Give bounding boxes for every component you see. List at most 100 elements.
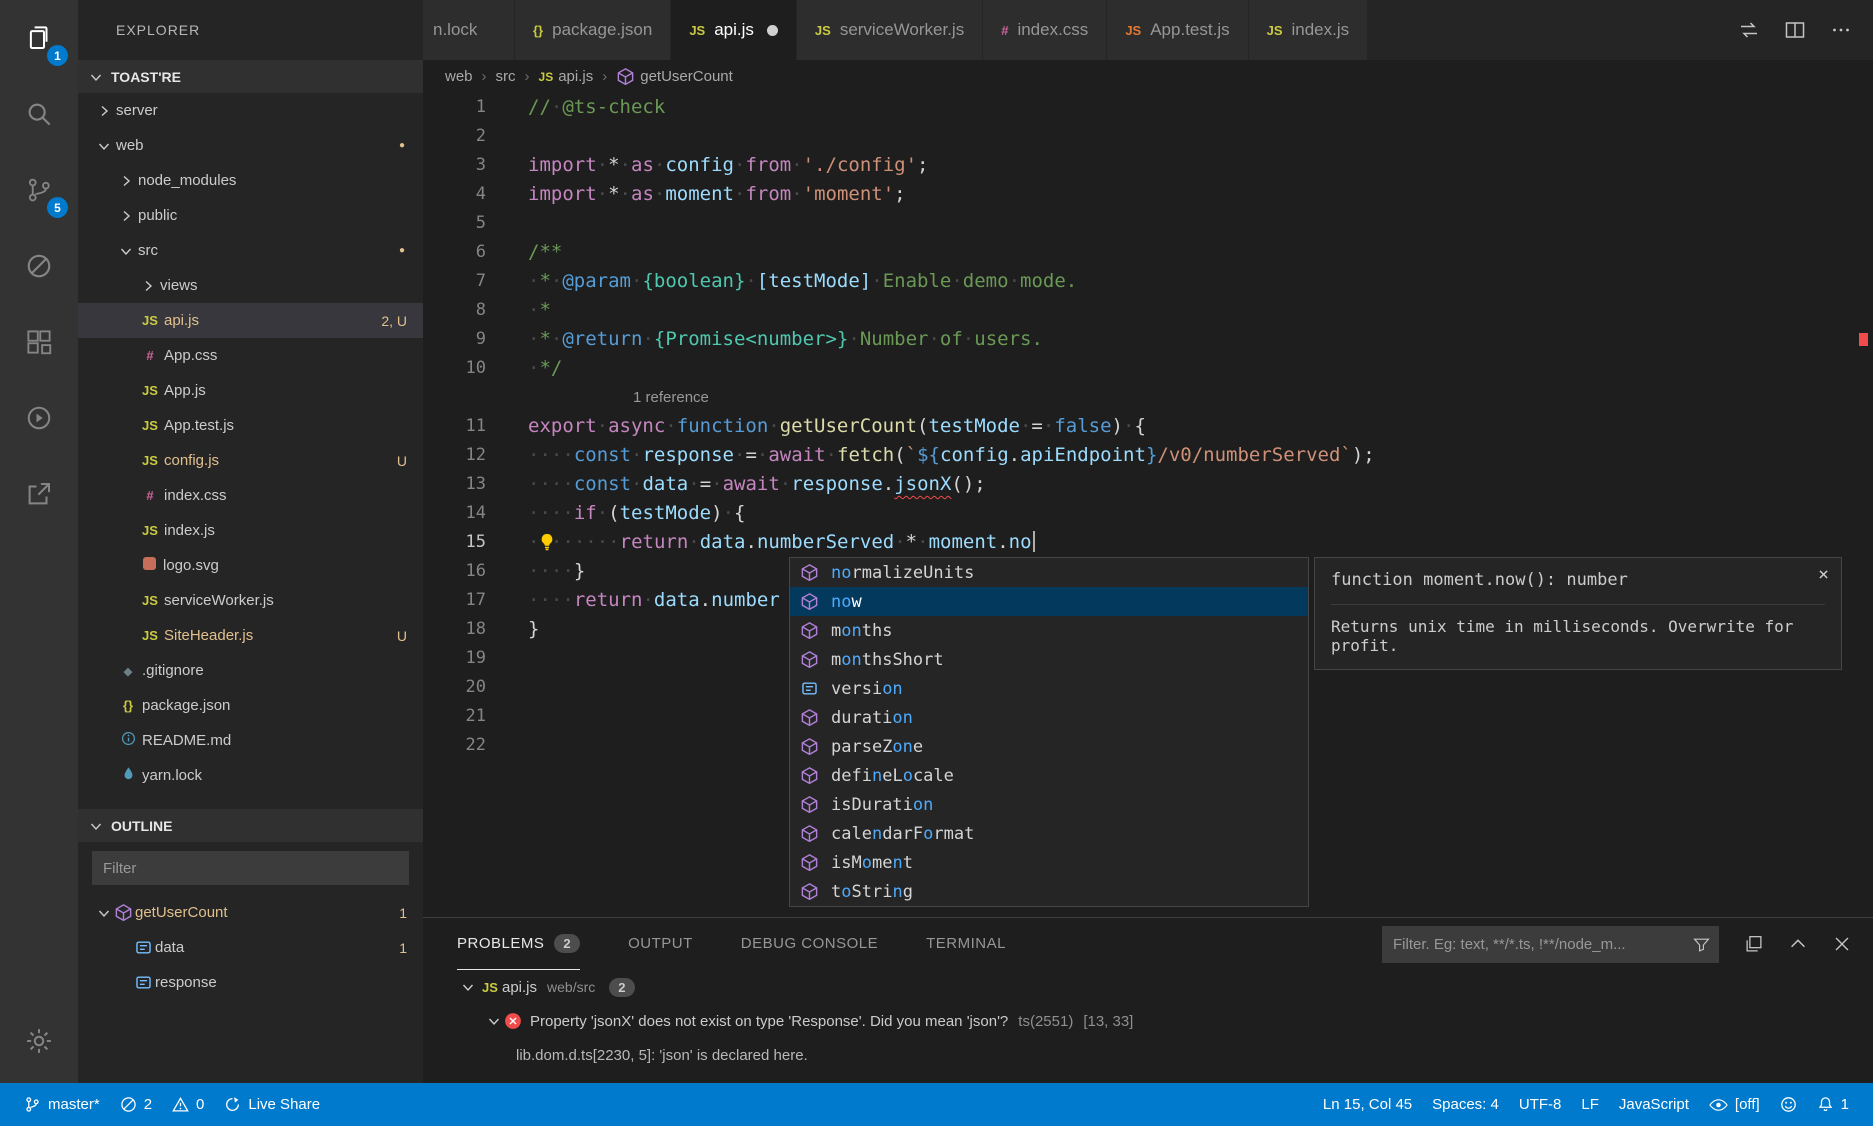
tree-item-server[interactable]: server (78, 93, 423, 128)
tab-package.json[interactable]: {}package.json (515, 0, 671, 60)
panel-tab-output[interactable]: OUTPUT (628, 918, 693, 970)
tab-serviceWorker.js[interactable]: JSserviceWorker.js (797, 0, 983, 60)
tree-item-index.css[interactable]: #index.css (78, 478, 423, 513)
breadcrumb-web[interactable]: web (445, 68, 473, 85)
activitybar-debug[interactable] (0, 228, 78, 304)
tree-item-views[interactable]: views (78, 268, 423, 303)
suggestion-now[interactable]: now (790, 587, 1308, 616)
tree-item-App.test.js[interactable]: JSApp.test.js (78, 408, 423, 443)
tab-index.css[interactable]: #index.css (983, 0, 1107, 60)
tab-App.test.js[interactable]: JSApp.test.js (1107, 0, 1248, 60)
tab-api.js[interactable]: JSapi.js (671, 0, 797, 60)
tree-item-index.js[interactable]: JSindex.js (78, 513, 423, 548)
suggestion-isMoment[interactable]: isMoment (790, 848, 1308, 877)
outline-item-data[interactable]: data1 (78, 930, 423, 965)
activitybar-search[interactable] (0, 76, 78, 152)
suggestion-version[interactable]: version (790, 674, 1308, 703)
activitybar-source-control[interactable]: 5 (0, 152, 78, 228)
tree-item-package.json[interactable]: {}package.json (78, 688, 423, 723)
problems-file-row[interactable]: JSapi.jsweb/src2 (423, 970, 1873, 1004)
maximize-panel-icon[interactable] (1787, 933, 1809, 955)
activitybar-run[interactable] (0, 380, 78, 456)
problem-row[interactable]: Property 'jsonX' does not exist on type … (423, 1004, 1873, 1038)
code-line-14[interactable]: 14····if·(testMode)·{ (423, 499, 1873, 528)
collapse-all-icon[interactable] (1743, 933, 1765, 955)
activitybar-live-share[interactable] (0, 456, 78, 532)
tree-item-App.js[interactable]: JSApp.js (78, 373, 423, 408)
tree-item-logo.svg[interactable]: logo.svg (78, 548, 423, 583)
statusbar-language-mode[interactable]: JavaScript (1609, 1083, 1699, 1126)
section-header-project[interactable]: TOAST'RE (78, 60, 423, 93)
statusbar-encoding[interactable]: UTF-8 (1509, 1083, 1572, 1126)
open-changes-icon[interactable] (1737, 18, 1761, 42)
code-line-6[interactable]: 6/** (423, 238, 1873, 267)
code-line-3[interactable]: 3import·*·as·config·from·'./config'; (423, 151, 1873, 180)
suggestion-monthsShort[interactable]: monthsShort (790, 645, 1308, 674)
tree-item-README.md[interactable]: README.md (78, 723, 423, 758)
code-line-9[interactable]: 9·*·@return·{Promise<number>}·Number·of·… (423, 325, 1873, 354)
related-info-row[interactable]: lib.dom.d.ts[2230, 5]: 'json' is declare… (423, 1038, 1873, 1072)
breadcrumb-getUserCount[interactable]: getUserCount (616, 67, 733, 86)
outline-filter-input[interactable] (92, 851, 409, 885)
statusbar-live-share[interactable]: Live Share (214, 1083, 330, 1126)
editor-layout-icon[interactable] (1783, 18, 1807, 42)
close-icon[interactable]: × (1818, 564, 1829, 585)
code-line-5[interactable]: 5 (423, 209, 1873, 238)
settings-button[interactable] (0, 1011, 78, 1071)
statusbar-screencast[interactable]: [off] (1699, 1083, 1770, 1126)
statusbar-indentation[interactable]: Spaces: 4 (1422, 1083, 1509, 1126)
tree-item-api.js[interactable]: JSapi.js2, U (78, 303, 423, 338)
suggestion-toString[interactable]: toString (790, 877, 1308, 906)
statusbar-warnings[interactable]: 0 (162, 1083, 214, 1126)
tree-item-web[interactable]: web● (78, 128, 423, 163)
tree-item-config.js[interactable]: JSconfig.jsU (78, 443, 423, 478)
outline-item-getUserCount[interactable]: getUserCount1 (78, 895, 423, 930)
activitybar-explorer[interactable]: 1 (0, 0, 78, 76)
code-line-2[interactable]: 2 (423, 122, 1873, 151)
suggestion-defineLocale[interactable]: defineLocale (790, 761, 1308, 790)
codelens-reference-link[interactable]: 1 reference (633, 383, 709, 412)
suggestion-duration[interactable]: duration (790, 703, 1308, 732)
tree-item-src[interactable]: src● (78, 233, 423, 268)
tree-item-node_modules[interactable]: node_modules (78, 163, 423, 198)
code-line-7[interactable]: 7·*·@param·{boolean}·[testMode]·Enable·d… (423, 267, 1873, 296)
code-line-4[interactable]: 4import·*·as·moment·from·'moment'; (423, 180, 1873, 209)
section-header-outline[interactable]: OUTLINE (78, 809, 423, 842)
activitybar-extensions[interactable] (0, 304, 78, 380)
suggestion-parseZone[interactable]: parseZone (790, 732, 1308, 761)
panel-tab-problems[interactable]: PROBLEMS2 (457, 918, 580, 970)
tree-item-yarn.lock[interactable]: yarn.lock (78, 758, 423, 793)
suggestion-isDuration[interactable]: isDuration (790, 790, 1308, 819)
statusbar-errors[interactable]: 2 (110, 1083, 162, 1126)
panel-tab-debug-console[interactable]: DEBUG CONSOLE (741, 918, 878, 970)
tree-item-public[interactable]: public (78, 198, 423, 233)
code-line-8[interactable]: 8·* (423, 296, 1873, 325)
suggestion-months[interactable]: months (790, 616, 1308, 645)
code-line-15[interactable]: 15········return·data.numberServed·*·mom… (423, 528, 1873, 557)
breadcrumb-api.js[interactable]: JSapi.js (539, 68, 594, 85)
statusbar-feedback[interactable] (1770, 1083, 1807, 1126)
statusbar-cursor-position[interactable]: Ln 15, Col 45 (1313, 1083, 1422, 1126)
close-panel-icon[interactable] (1831, 933, 1853, 955)
code-line-12[interactable]: 12····const·response·=·await·fetch(`${co… (423, 441, 1873, 470)
tab-n.lock[interactable]: n.lock (423, 0, 515, 60)
editor[interactable]: 1//·@ts-check23import·*·as·config·from·'… (423, 93, 1873, 917)
panel-tab-terminal[interactable]: TERMINAL (926, 918, 1006, 970)
tab-index.js[interactable]: JSindex.js (1249, 0, 1369, 60)
tree-item-SiteHeader.js[interactable]: JSSiteHeader.jsU (78, 618, 423, 653)
more-actions-icon[interactable] (1829, 18, 1853, 42)
code-line-11[interactable]: 11export·async·function·getUserCount(tes… (423, 412, 1873, 441)
problems-filter-input[interactable] (1382, 926, 1719, 963)
suggestion-calendarFormat[interactable]: calendarFormat (790, 819, 1308, 848)
statusbar-notifications[interactable]: 1 (1807, 1083, 1859, 1126)
suggestion-normalizeUnits[interactable]: normalizeUnits (790, 558, 1308, 587)
statusbar-git-branch[interactable]: master* (14, 1083, 110, 1126)
statusbar-eol[interactable]: LF (1571, 1083, 1609, 1126)
code-line-10[interactable]: 10·*/ (423, 354, 1873, 383)
outline-item-response[interactable]: response (78, 965, 423, 1000)
code-line-13[interactable]: 13····const·data·=·await·response.jsonX(… (423, 470, 1873, 499)
tree-item-App.css[interactable]: #App.css (78, 338, 423, 373)
tree-item-serviceWorker.js[interactable]: JSserviceWorker.js (78, 583, 423, 618)
breadcrumb-src[interactable]: src (496, 68, 516, 85)
tree-item-.gitignore[interactable]: ◆.gitignore (78, 653, 423, 688)
